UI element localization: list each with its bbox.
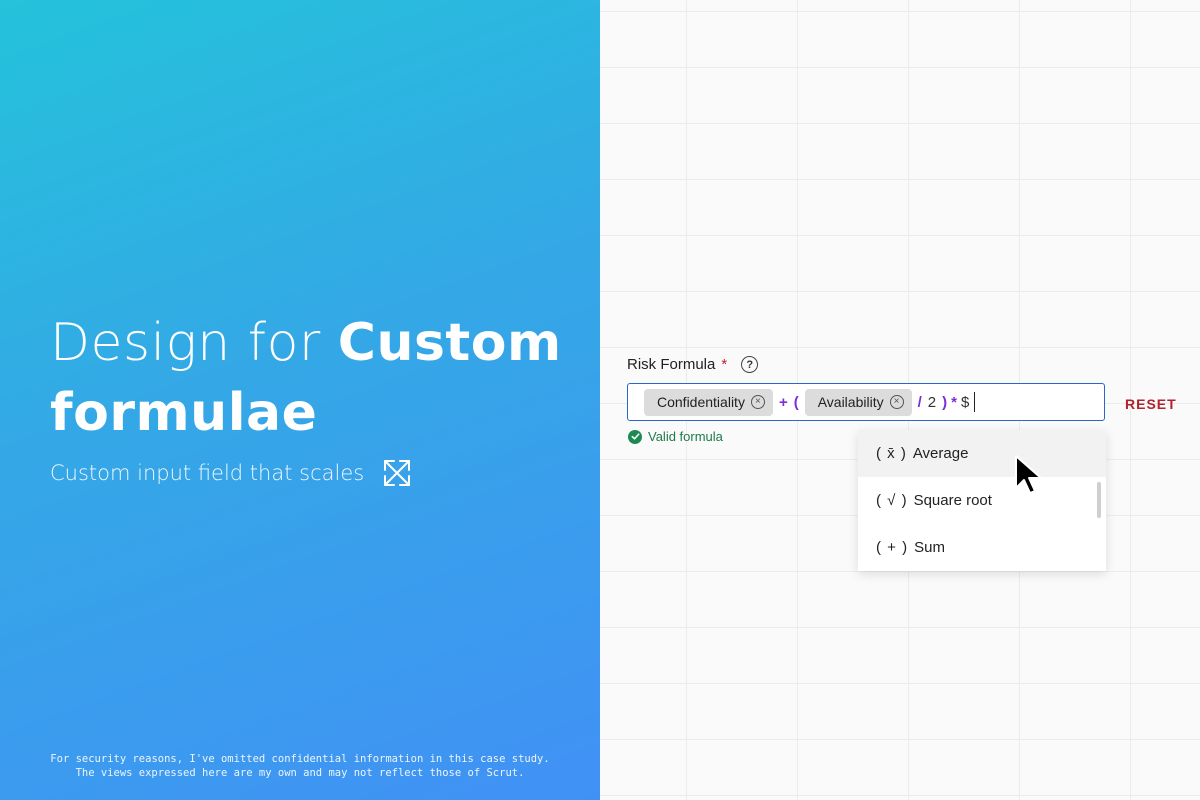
number-token: 2 bbox=[927, 393, 937, 411]
option-symbol: ( x̄ ) bbox=[876, 445, 907, 462]
help-icon[interactable]: ? bbox=[741, 356, 759, 373]
option-label: Average bbox=[912, 445, 969, 462]
hero-title: Design for Custom formulae bbox=[50, 308, 590, 448]
chip-label: Availability bbox=[817, 394, 884, 410]
field-label: Risk Formula bbox=[627, 356, 716, 373]
hero-title-bold-2: formulae bbox=[50, 383, 318, 443]
variable-token: $ bbox=[960, 393, 970, 411]
check-circle-icon bbox=[628, 429, 642, 444]
dropdown-scrollbar[interactable] bbox=[1097, 482, 1101, 518]
validation-message: Valid formula bbox=[628, 429, 723, 444]
expand-arrows-icon bbox=[382, 458, 412, 488]
required-marker: * bbox=[721, 356, 728, 373]
close-icon[interactable]: × bbox=[889, 395, 904, 409]
dropdown-option-sum[interactable]: ( + ) Sum bbox=[858, 524, 1106, 571]
hero-title-light: Design for bbox=[50, 313, 338, 373]
dropdown-option-average[interactable]: ( x̄ ) Average bbox=[858, 430, 1106, 477]
operator-open-paren: ( bbox=[793, 393, 799, 411]
token-chip-confidentiality[interactable]: Confidentiality × bbox=[644, 388, 773, 416]
risk-formula-label-row: Risk Formula * ? bbox=[627, 356, 759, 373]
option-label: Square root bbox=[913, 492, 992, 509]
hero-title-bold-1: Custom bbox=[337, 313, 562, 373]
close-icon[interactable]: × bbox=[750, 395, 765, 409]
validation-text: Valid formula bbox=[648, 429, 723, 444]
hero-subtitle-row: Custom input field that scales bbox=[50, 458, 412, 488]
option-symbol: ( + ) bbox=[876, 539, 909, 556]
operator-plus: + bbox=[778, 393, 788, 411]
operator-multiply: * bbox=[951, 393, 957, 411]
disclaimer: For security reasons, I've omitted confi… bbox=[0, 752, 600, 780]
disclaimer-line-1: For security reasons, I've omitted confi… bbox=[50, 753, 550, 765]
dropdown-option-square-root[interactable]: ( √ ) Square root bbox=[858, 477, 1106, 524]
option-symbol: ( √ ) bbox=[876, 492, 908, 509]
mouse-pointer-icon bbox=[1013, 454, 1047, 500]
token-chip-availability[interactable]: Availability × bbox=[804, 388, 912, 416]
chip-label: Confidentiality bbox=[657, 394, 745, 410]
reset-button[interactable]: RESET bbox=[1125, 396, 1177, 412]
option-label: Sum bbox=[914, 539, 945, 556]
disclaimer-line-2: The views expressed here are my own and … bbox=[75, 767, 525, 779]
formula-input[interactable]: Confidentiality × + ( Availability × / 2… bbox=[627, 383, 1105, 421]
hero-panel: Design for Custom formulae Custom input … bbox=[0, 0, 600, 800]
function-dropdown[interactable]: ( x̄ ) Average ( √ ) Square root ( + ) S… bbox=[858, 430, 1106, 571]
operator-divide: / bbox=[917, 393, 922, 411]
text-caret bbox=[974, 392, 976, 412]
hero-subtitle: Custom input field that scales bbox=[50, 461, 365, 485]
operator-close-paren: ) bbox=[942, 393, 948, 411]
form-canvas: Risk Formula * ? Confidentiality × + ( A… bbox=[600, 0, 1200, 800]
